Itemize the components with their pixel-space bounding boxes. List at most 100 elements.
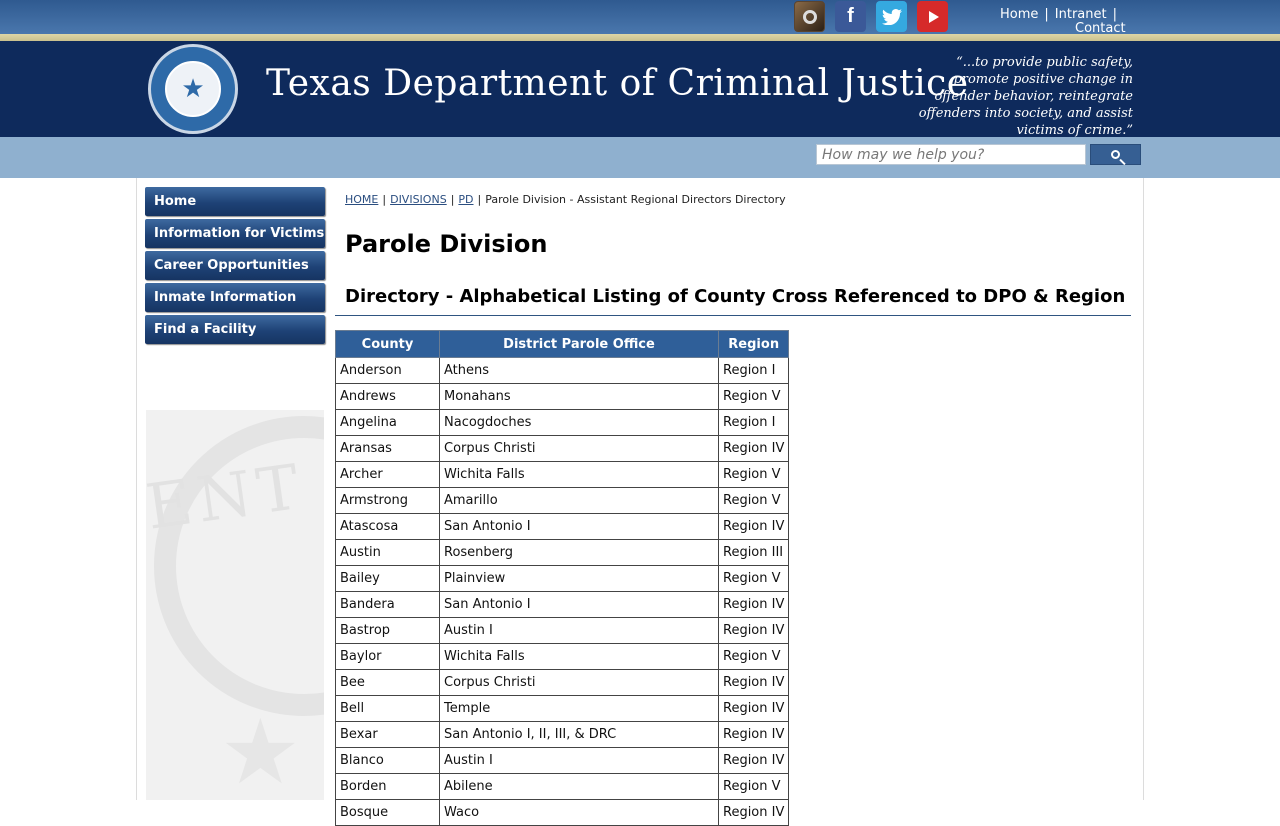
table-header-row: County District Parole Office Region (335, 330, 790, 358)
site-banner: ★ Texas Department of Criminal Justice “… (0, 41, 1280, 138)
cell-region: Region IV (717, 617, 790, 644)
section-title: Directory - Alphabetical Listing of Coun… (345, 286, 1126, 307)
cell-dpo: San Antonio I, II, III, & DRC (439, 721, 719, 748)
table-row: Andrews Monahans Region V (335, 383, 790, 410)
cell-county: Bee (335, 669, 440, 696)
cell-region: Region IV (717, 747, 790, 774)
cell-region: Region I (717, 409, 790, 436)
cell-county: Bastrop (335, 617, 440, 644)
sidebar-item-inmate-info[interactable]: Inmate Information (145, 283, 325, 312)
search-input[interactable] (816, 144, 1086, 165)
page-title: Parole Division (345, 230, 548, 258)
tdcj-seal-icon[interactable]: ★ (148, 44, 238, 134)
table-row: Bastrop Austin I Region IV (335, 617, 790, 644)
table-row: Atascosa San Antonio I Region IV (335, 513, 790, 540)
cell-region: Region V (717, 565, 790, 592)
county-directory-table: County District Parole Office Region And… (335, 330, 790, 826)
cell-dpo: Wichita Falls (439, 643, 719, 670)
separator: | (450, 193, 455, 206)
search-bar (0, 137, 1280, 178)
breadcrumb-pd[interactable]: PD (458, 193, 473, 206)
table-row: Austin Rosenberg Region III (335, 539, 790, 566)
table-row: Bell Temple Region IV (335, 695, 790, 722)
cell-county: Bailey (335, 565, 440, 592)
mission-motto: “...to provide public safety, promote po… (918, 55, 1133, 138)
sidebar-item-find-facility[interactable]: Find a Facility (145, 315, 325, 344)
cell-county: Atascosa (335, 513, 440, 540)
facebook-icon[interactable]: f (835, 1, 866, 32)
cell-county: Blanco (335, 747, 440, 774)
cell-region: Region IV (717, 721, 790, 748)
table-row: Borden Abilene Region V (335, 773, 790, 800)
table-row: Aransas Corpus Christi Region IV (335, 435, 790, 462)
table-row: Angelina Nacogdoches Region I (335, 409, 790, 436)
cell-dpo: Abilene (439, 773, 719, 800)
sidebar-item-careers[interactable]: Career Opportunities (145, 251, 325, 280)
cell-region: Region V (717, 461, 790, 488)
column-header-dpo: District Parole Office (439, 330, 719, 358)
column-header-county: County (335, 330, 440, 358)
cell-region: Region V (717, 773, 790, 800)
top-links: Home | Intranet | Contact (1000, 7, 1135, 35)
cell-county: Bosque (335, 799, 440, 826)
sidebar-nav: Home Information for Victims Career Oppo… (145, 187, 325, 347)
table-row: Archer Wichita Falls Region V (335, 461, 790, 488)
cell-dpo: San Antonio I (439, 513, 719, 540)
cell-dpo: Amarillo (439, 487, 719, 514)
cell-county: Armstrong (335, 487, 440, 514)
breadcrumb-divisions[interactable]: DIVISIONS (390, 193, 447, 206)
cell-county: Bandera (335, 591, 440, 618)
cell-region: Region IV (717, 435, 790, 462)
cell-dpo: Corpus Christi (439, 435, 719, 462)
sidebar-item-home[interactable]: Home (145, 187, 325, 216)
cell-county: Angelina (335, 409, 440, 436)
table-row: Bee Corpus Christi Region IV (335, 669, 790, 696)
cell-region: Region IV (717, 799, 790, 826)
cell-region: Region IV (717, 513, 790, 540)
breadcrumb-current: Parole Division - Assistant Regional Dir… (485, 193, 786, 206)
cell-dpo: Austin I (439, 747, 719, 774)
cell-county: Borden (335, 773, 440, 800)
cell-dpo: Temple (439, 695, 719, 722)
cell-region: Region IV (717, 669, 790, 696)
separator: | (382, 193, 387, 206)
cell-county: Archer (335, 461, 440, 488)
cell-county: Bell (335, 695, 440, 722)
youtube-icon[interactable] (917, 1, 948, 32)
cell-region: Region III (717, 539, 790, 566)
instagram-icon[interactable] (794, 1, 825, 32)
top-link-home[interactable]: Home (1000, 7, 1038, 22)
cell-dpo: Monahans (439, 383, 719, 410)
cell-region: Region IV (717, 695, 790, 722)
site-title[interactable]: Texas Department of Criminal Justice (266, 63, 969, 104)
cell-dpo: Rosenberg (439, 539, 719, 566)
table-row: Anderson Athens Region I (335, 357, 790, 384)
cell-county: Aransas (335, 435, 440, 462)
cell-dpo: Athens (439, 357, 719, 384)
table-row: Bosque Waco Region IV (335, 799, 790, 826)
sidebar-item-victims[interactable]: Information for Victims (145, 219, 325, 248)
separator: | (1112, 7, 1117, 22)
cell-dpo: Waco (439, 799, 719, 826)
separator: | (1044, 7, 1049, 22)
breadcrumb: HOME | DIVISIONS | PD | Parole Division - Assi… (345, 193, 786, 206)
cell-county: Andrews (335, 383, 440, 410)
top-link-contact[interactable]: Contact (1075, 22, 1126, 35)
column-header-region: Region (717, 330, 790, 358)
search-button[interactable] (1090, 144, 1141, 165)
table-row: Blanco Austin I Region IV (335, 747, 790, 774)
cell-county: Bexar (335, 721, 440, 748)
breadcrumb-home[interactable]: HOME (345, 193, 378, 206)
sidebar-watermark: ENT ★ (146, 410, 324, 800)
cell-dpo: Nacogdoches (439, 409, 719, 436)
search-icon (1111, 150, 1120, 159)
cell-dpo: Plainview (439, 565, 719, 592)
top-link-intranet[interactable]: Intranet (1055, 7, 1107, 22)
twitter-icon[interactable] (876, 1, 907, 32)
cell-dpo: Austin I (439, 617, 719, 644)
table-row: Baylor Wichita Falls Region V (335, 643, 790, 670)
cell-dpo: San Antonio I (439, 591, 719, 618)
table-row: Armstrong Amarillo Region V (335, 487, 790, 514)
cell-region: Region V (717, 487, 790, 514)
table-row: Bexar San Antonio I, II, III, & DRC Region… (335, 721, 790, 748)
